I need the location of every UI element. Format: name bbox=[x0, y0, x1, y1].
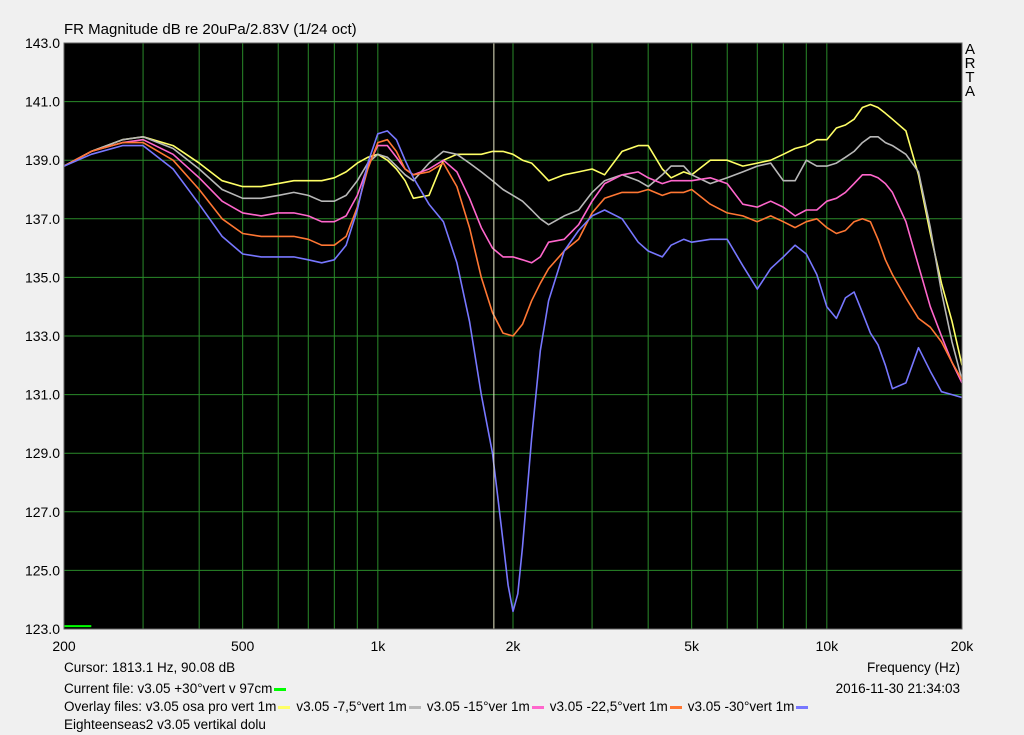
timestamp: 2016-11-30 21:34:03 bbox=[835, 681, 960, 696]
y-tick-label: 133.0 bbox=[25, 328, 60, 344]
current-file-line: Current file: v3.05 +30°vert v 97cm bbox=[64, 681, 292, 696]
overlay-file-swatch bbox=[408, 705, 421, 709]
x-tick-label: 10k bbox=[816, 638, 840, 654]
x-tick-label: 500 bbox=[231, 638, 255, 654]
y-tick-label: 123.0 bbox=[25, 621, 60, 637]
y-tick-label: 137.0 bbox=[25, 211, 60, 227]
y-tick-label: 135.0 bbox=[25, 269, 60, 285]
y-tick-label: 129.0 bbox=[25, 445, 60, 461]
overlay-file-swatch bbox=[669, 705, 682, 709]
overlay-file-swatch bbox=[278, 705, 291, 709]
y-tick-label: 139.0 bbox=[25, 152, 60, 168]
y-tick-label: 127.0 bbox=[25, 504, 60, 520]
x-tick-label: 200 bbox=[52, 638, 76, 654]
overlay-files-line: Overlay files: v3.05 osa pro vert 1m v3.0… bbox=[64, 699, 814, 714]
y-tick-label: 131.0 bbox=[25, 387, 60, 403]
overlay-file-name: v3.05 -30°vert 1m bbox=[687, 699, 795, 714]
x-tick-label: 2k bbox=[506, 638, 522, 654]
current-file-text: Current file: v3.05 +30°vert v 97cm bbox=[64, 681, 273, 696]
overlay-file-name: v3.05 -15°ver 1m bbox=[426, 699, 530, 714]
y-tick-label: 141.0 bbox=[25, 94, 60, 110]
x-tick-label: 5k bbox=[684, 638, 700, 654]
x-tick-label: 20k bbox=[951, 638, 975, 654]
overlay-files-list: v3.05 osa pro vert 1m v3.05 -7,5°vert 1m v… bbox=[146, 699, 815, 714]
arta-logo: A R T A bbox=[964, 42, 976, 100]
overlay-file-name: v3.05 -22,5°vert 1m bbox=[549, 699, 668, 714]
arta-letter-a2: A bbox=[964, 83, 975, 100]
comment-text: Eighteenseas2 v3.05 vertikal dolu bbox=[64, 717, 266, 732]
overlay-file-name: v3.05 -7,5°vert 1m bbox=[296, 699, 407, 714]
overlay-file-swatch bbox=[531, 705, 544, 709]
x-tick-label: 1k bbox=[370, 638, 386, 654]
x-axis-label: Frequency (Hz) bbox=[866, 660, 960, 675]
overlay-file-name: v3.05 osa pro vert 1m bbox=[145, 699, 277, 714]
cursor-readout: Cursor: 1813.1 Hz, 90.08 dB bbox=[64, 660, 236, 675]
current-file-swatch bbox=[274, 687, 287, 691]
y-tick-label: 125.0 bbox=[25, 562, 60, 578]
overlay-files-prefix: Overlay files: bbox=[64, 699, 146, 714]
overlay-file-swatch bbox=[796, 705, 809, 709]
fr-magnitude-chart[interactable]: 123.0 125.0 127.0 129.0 131.0 133.0 135.0 137.0… bbox=[0, 0, 1024, 660]
y-tick-label: 143.0 bbox=[25, 35, 60, 51]
